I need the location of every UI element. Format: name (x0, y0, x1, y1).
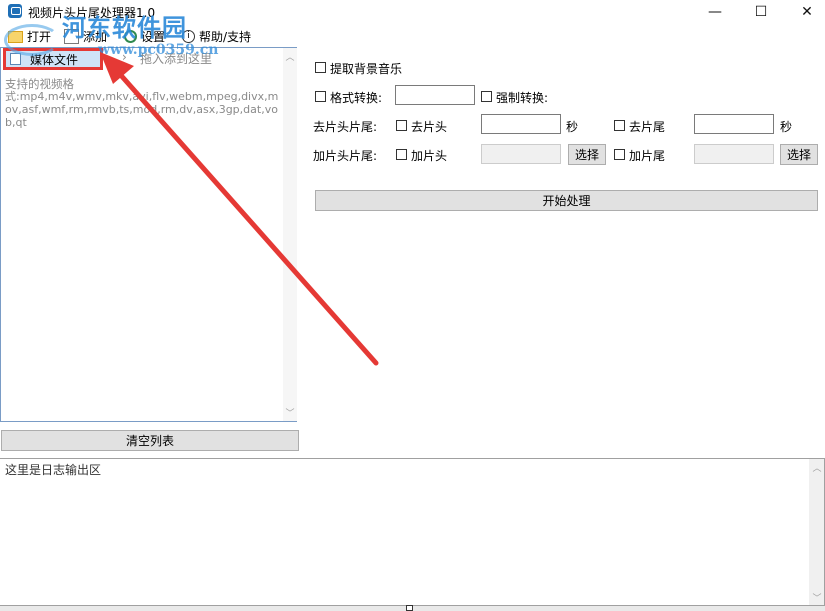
arrow-shaft (115, 69, 379, 366)
arrow-head (100, 52, 134, 84)
annotation-arrow (100, 52, 379, 366)
